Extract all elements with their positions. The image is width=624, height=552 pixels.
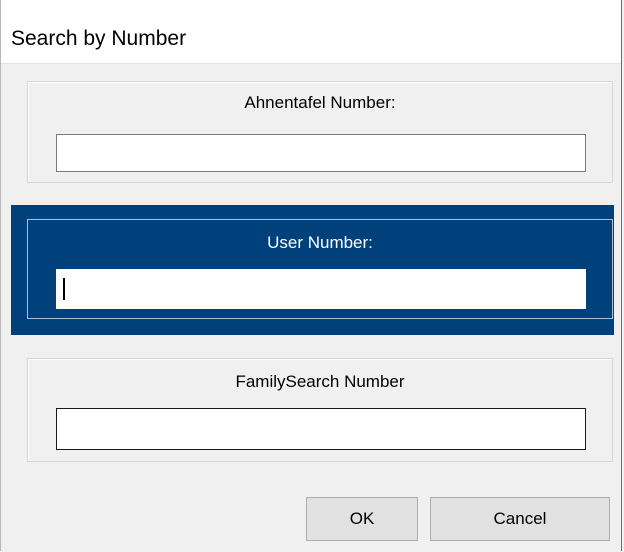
ok-button[interactable]: OK (306, 497, 418, 541)
ahnentafel-number-input[interactable] (56, 134, 586, 172)
dialog-title: Search by Number (11, 27, 187, 50)
title-bar: Search by Number (1, 0, 621, 64)
familysearch-number-input[interactable] (56, 408, 586, 450)
ahnentafel-section[interactable]: Ahnentafel Number: (27, 81, 613, 183)
user-number-input[interactable] (56, 269, 586, 309)
familysearch-section[interactable]: FamilySearch Number (27, 358, 613, 462)
user-number-label: User Number: (267, 233, 373, 252)
ahnentafel-label: Ahnentafel Number: (244, 93, 396, 112)
user-number-section[interactable]: User Number: (27, 219, 613, 319)
familysearch-label: FamilySearch Number (235, 372, 405, 391)
search-by-number-dialog: Search by Number Ahnentafel Number: User… (0, 0, 622, 551)
cancel-button[interactable]: Cancel (430, 497, 610, 541)
text-caret (63, 278, 65, 300)
